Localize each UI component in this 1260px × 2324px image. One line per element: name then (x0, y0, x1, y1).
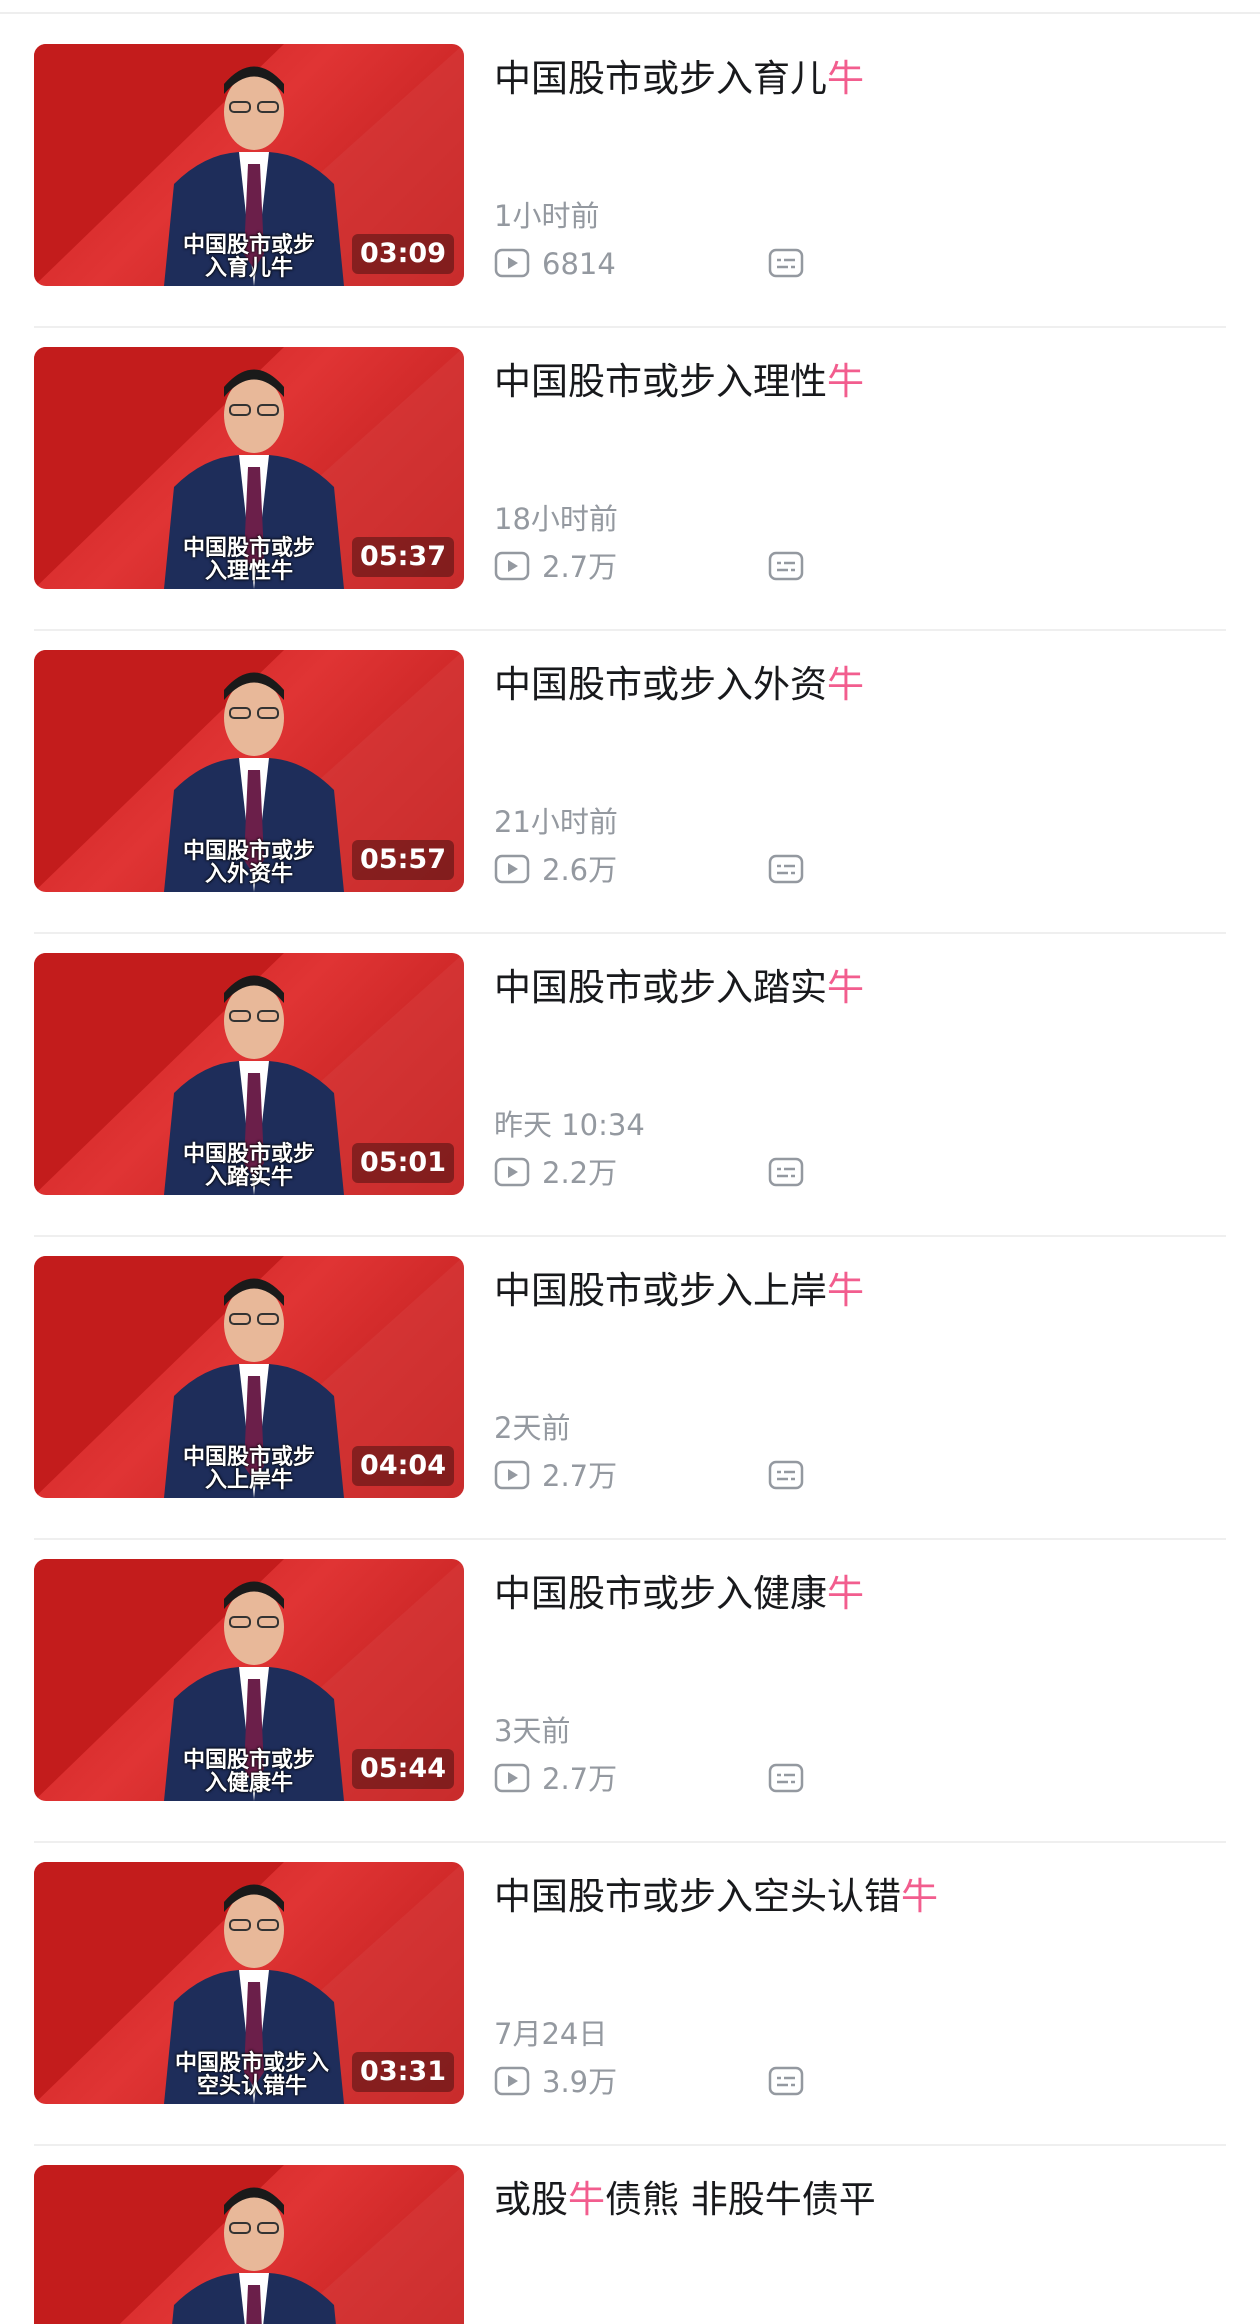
play-count-icon (494, 551, 530, 581)
video-item[interactable]: 中国股市或步入空头认错牛 03:31 中国股市或步入空头认错牛 7月24日 3.… (34, 1862, 1226, 2164)
title-text: 中国股市或步入理性 (494, 360, 827, 403)
video-stats: 2.7万 (494, 1456, 894, 1496)
item-divider (34, 1841, 1226, 1843)
thumbnail-caption: 中国股市或步入外资牛 (182, 839, 315, 887)
video-item[interactable]: 中国股市或步入育儿牛 03:09 中国股市或步入育儿牛 1小时前 6814 (34, 44, 1226, 346)
thumbnail-caption: 中国股市或步入育儿牛 (182, 233, 315, 281)
video-item[interactable]: 或股牛债熊 非股牛债平 (34, 2165, 1226, 2324)
title-text: 或股 (494, 2178, 568, 2221)
item-divider (34, 629, 1226, 631)
item-divider (34, 326, 1226, 328)
video-thumbnail[interactable] (34, 2165, 464, 2324)
video-title[interactable]: 中国股市或步入外资牛 (494, 660, 1214, 710)
video-stats: 2.6万 (494, 850, 894, 890)
publish-time: 18小时前 (494, 502, 618, 536)
play-count-icon (494, 2066, 530, 2096)
view-count: 2.7万 (542, 550, 618, 584)
view-count: 2.2万 (542, 1156, 618, 1190)
video-title[interactable]: 或股牛债熊 非股牛债平 (494, 2175, 1214, 2225)
view-count: 3.9万 (542, 2065, 618, 2099)
duration-badge: 05:01 (352, 1143, 454, 1183)
thumbnail-caption: 中国股市或步入理性牛 (182, 536, 315, 584)
video-title[interactable]: 中国股市或步入健康牛 (494, 1569, 1214, 1619)
item-divider (34, 1235, 1226, 1237)
subtitle-icon[interactable] (768, 2066, 804, 2096)
item-divider (34, 2144, 1226, 2146)
view-count: 2.6万 (542, 853, 618, 887)
title-highlight: 牛 (827, 360, 864, 403)
video-thumbnail[interactable]: 中国股市或步入上岸牛 04:04 (34, 1256, 464, 1498)
video-thumbnail[interactable]: 中国股市或步入踏实牛 05:01 (34, 953, 464, 1195)
video-stats: 2.7万 (494, 547, 894, 587)
video-title[interactable]: 中国股市或步入上岸牛 (494, 1266, 1214, 1316)
publish-time: 21小时前 (494, 805, 618, 839)
play-count-icon (494, 1460, 530, 1490)
title-text: 中国股市或步入踏实 (494, 966, 827, 1009)
title-highlight: 牛 (827, 57, 864, 100)
video-title[interactable]: 中国股市或步入理性牛 (494, 357, 1214, 407)
title-highlight: 牛 (568, 2178, 605, 2221)
video-item[interactable]: 中国股市或步入外资牛 05:57 中国股市或步入外资牛 21小时前 2.6万 (34, 650, 1226, 952)
subtitle-icon[interactable] (768, 1157, 804, 1187)
duration-badge: 03:09 (352, 234, 454, 274)
video-thumbnail[interactable]: 中国股市或步入空头认错牛 03:31 (34, 1862, 464, 2104)
video-stats: 6814 (494, 244, 894, 284)
view-count: 2.7万 (542, 1762, 618, 1796)
play-count-icon (494, 1763, 530, 1793)
video-list: 中国股市或步入育儿牛 03:09 中国股市或步入育儿牛 1小时前 6814 中国… (0, 0, 1260, 2324)
duration-badge: 05:57 (352, 840, 454, 880)
title-highlight: 牛 (827, 1572, 864, 1615)
duration-badge: 05:44 (352, 1749, 454, 1789)
video-item[interactable]: 中国股市或步入上岸牛 04:04 中国股市或步入上岸牛 2天前 2.7万 (34, 1256, 1226, 1558)
title-text: 中国股市或步入健康 (494, 1572, 827, 1615)
publish-time: 7月24日 (494, 2017, 608, 2051)
publish-time: 昨天 10:34 (494, 1108, 645, 1142)
video-stats: 2.7万 (494, 1759, 894, 1799)
subtitle-icon[interactable] (768, 1763, 804, 1793)
video-title[interactable]: 中国股市或步入空头认错牛 (494, 1872, 1214, 1922)
title-text: 中国股市或步入上岸 (494, 1269, 827, 1312)
subtitle-icon[interactable] (768, 551, 804, 581)
play-count-icon (494, 854, 530, 884)
subtitle-icon[interactable] (768, 1460, 804, 1490)
video-thumbnail[interactable]: 中国股市或步入育儿牛 03:09 (34, 44, 464, 286)
video-stats: 2.2万 (494, 1153, 894, 1193)
duration-badge: 05:37 (352, 537, 454, 577)
title-text: 中国股市或步入外资 (494, 663, 827, 706)
title-highlight: 牛 (827, 1269, 864, 1312)
item-divider (34, 1538, 1226, 1540)
view-count: 6814 (542, 247, 616, 281)
duration-badge: 03:31 (352, 2052, 454, 2092)
video-item[interactable]: 中国股市或步入理性牛 05:37 中国股市或步入理性牛 18小时前 2.7万 (34, 347, 1226, 649)
subtitle-icon[interactable] (768, 248, 804, 278)
video-thumbnail[interactable]: 中国股市或步入健康牛 05:44 (34, 1559, 464, 1801)
title-highlight: 牛 (901, 1875, 938, 1918)
thumbnail-caption: 中国股市或步入健康牛 (182, 1748, 315, 1796)
video-title[interactable]: 中国股市或步入育儿牛 (494, 54, 1214, 104)
video-thumbnail[interactable]: 中国股市或步入理性牛 05:37 (34, 347, 464, 589)
item-divider (34, 932, 1226, 934)
title-tail: 债熊 非股牛债平 (605, 2178, 876, 2221)
play-count-icon (494, 1157, 530, 1187)
subtitle-icon[interactable] (768, 854, 804, 884)
thumbnail-caption: 中国股市或步入上岸牛 (182, 1445, 315, 1493)
publish-time: 1小时前 (494, 199, 600, 233)
publish-time: 2天前 (494, 1411, 571, 1445)
title-highlight: 牛 (827, 663, 864, 706)
video-item[interactable]: 中国股市或步入踏实牛 05:01 中国股市或步入踏实牛 昨天 10:34 2.2… (34, 953, 1226, 1255)
publish-time: 3天前 (494, 1714, 571, 1748)
thumbnail-caption: 中国股市或步入踏实牛 (182, 1142, 315, 1190)
title-text: 中国股市或步入育儿 (494, 57, 827, 100)
title-text: 中国股市或步入空头认错 (494, 1875, 901, 1918)
video-thumbnail[interactable]: 中国股市或步入外资牛 05:57 (34, 650, 464, 892)
view-count: 2.7万 (542, 1459, 618, 1493)
video-title[interactable]: 中国股市或步入踏实牛 (494, 963, 1214, 1013)
video-stats: 3.9万 (494, 2062, 894, 2102)
duration-badge: 04:04 (352, 1446, 454, 1486)
video-item[interactable]: 中国股市或步入健康牛 05:44 中国股市或步入健康牛 3天前 2.7万 (34, 1559, 1226, 1861)
play-count-icon (494, 248, 530, 278)
title-highlight: 牛 (827, 966, 864, 1009)
presenter-image (172, 2187, 336, 2324)
thumbnail-caption: 中国股市或步入空头认错牛 (174, 2051, 329, 2099)
